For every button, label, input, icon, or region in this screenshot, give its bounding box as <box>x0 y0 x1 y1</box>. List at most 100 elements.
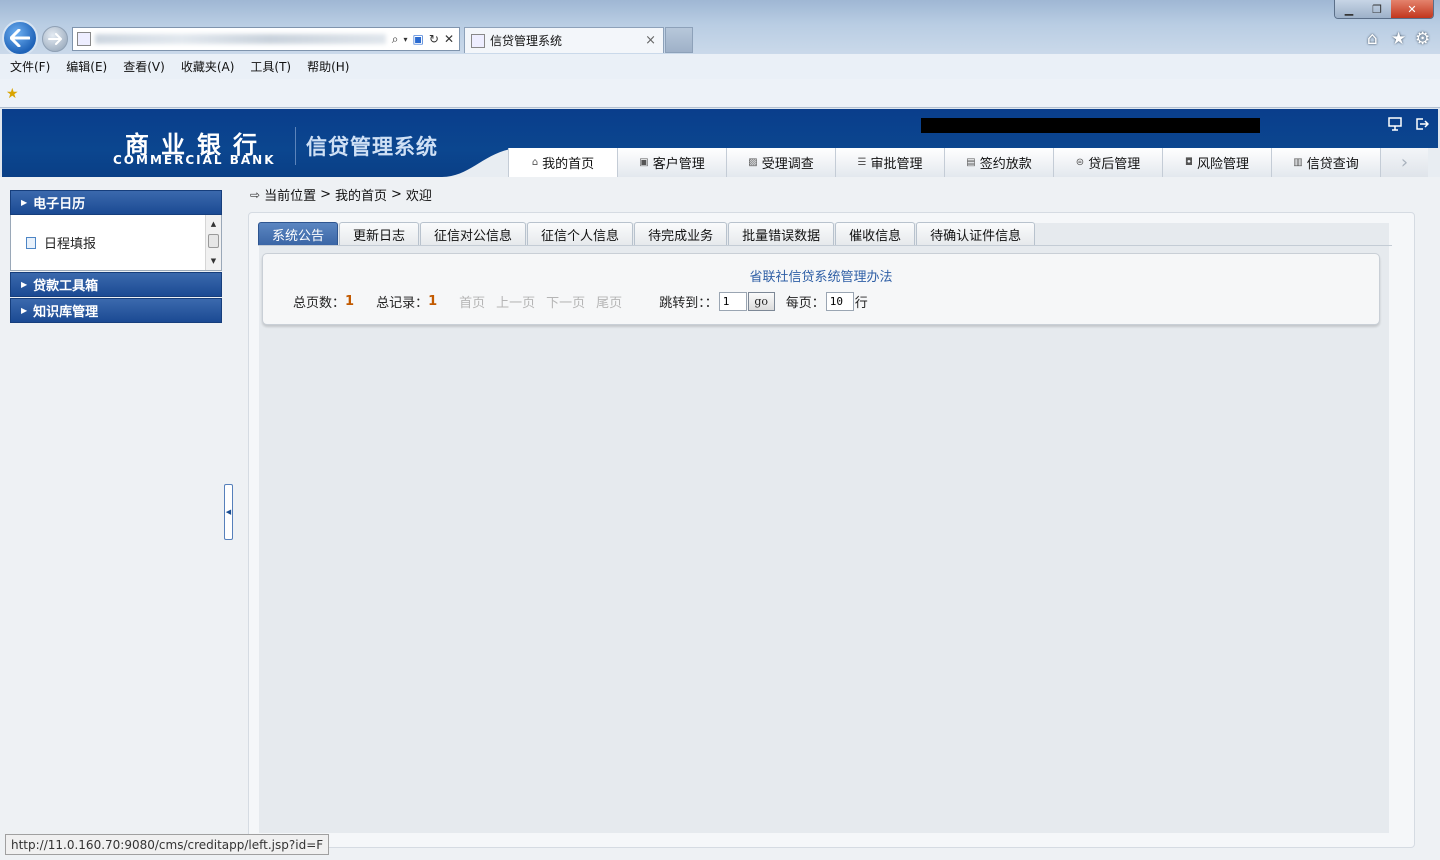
top-nav: ⌂ 我的首页 ▣ 客户管理 ▨ 受理调查 ☰ 审批管理 ▤ 签约放款 ⊜ 贷后管理 ◘ 风险管… <box>508 148 1428 177</box>
menu-view[interactable]: 查看(V) <box>123 58 165 75</box>
breadcrumb-sep: > <box>320 187 331 202</box>
menu-file[interactable]: 文件(F) <box>10 58 50 75</box>
breadcrumb-current: 欢迎 <box>405 189 432 204</box>
compat-view-icon[interactable]: ▣ <box>413 32 424 46</box>
nav-query[interactable]: ▥ 信贷查询 <box>1271 148 1380 177</box>
first-page-link[interactable]: 首页 <box>459 292 485 311</box>
last-page-link[interactable]: 尾页 <box>596 292 622 311</box>
tab-close-icon[interactable]: × <box>645 33 656 48</box>
go-button[interactable]: go <box>747 292 775 311</box>
tab-update-log[interactable]: 更新日志 <box>339 222 420 245</box>
nav-label: 审批管理 <box>870 157 923 172</box>
forward-button[interactable] <box>42 26 68 52</box>
app-header: 商业银行 COMMERCIAL BANK 信贷管理系统 ⌂ 我的首页 ▣ 客户管理 … <box>2 109 1440 177</box>
minimize-button[interactable]: ▁ <box>1335 0 1363 18</box>
main-content: ⇨ 当前位置 > 我的首页 > 欢迎 系统公告 更新日志 征信对公信息 征信个人… <box>240 177 1440 860</box>
nav-approval[interactable]: ☰ 审批管理 <box>835 148 944 177</box>
report-icon: ▥ <box>1293 157 1303 168</box>
jump-page-input[interactable] <box>718 292 747 311</box>
favorites-star-icon[interactable]: ★ <box>1391 29 1406 49</box>
notice-link[interactable]: 省联社信贷系统管理办法 <box>263 266 1379 285</box>
stop-icon[interactable]: ✕ <box>444 32 454 46</box>
sidebar-section-knowledge[interactable]: ▶ 知识库管理 <box>10 298 222 323</box>
nav-customer[interactable]: ▣ 客户管理 <box>617 148 726 177</box>
back-arrow-icon <box>10 29 30 47</box>
address-bar[interactable]: ⌕ ▾ ▣ ↻ ✕ <box>72 27 460 51</box>
scroll-up-icon[interactable]: ▲ <box>206 217 221 231</box>
refresh-icon[interactable]: ↻ <box>429 32 439 46</box>
tab-pending-business[interactable]: 待完成业务 <box>634 222 728 245</box>
home-icon[interactable]: ⌂ <box>1367 29 1378 49</box>
gear-icon[interactable]: ⚙ <box>1415 29 1430 49</box>
total-records-label: 总记录： <box>376 296 429 311</box>
sidebar-collapse-handle[interactable]: ◀ <box>224 484 233 540</box>
next-page-link[interactable]: 下一页 <box>546 292 585 311</box>
system-title: 信贷管理系统 <box>306 135 438 159</box>
browser-tab-active[interactable]: 信贷管理系统 × <box>464 27 664 53</box>
total-pages-value: 1 <box>345 294 355 309</box>
menu-help[interactable]: 帮助(H) <box>307 58 349 75</box>
sidebar: ▶ 电子日历 日程填报 ▲ ▼ ▶ 贷款工具箱 ▶ 知识库管理 ◀ <box>0 177 240 860</box>
nav-scroll-right-icon[interactable]: › <box>1380 148 1428 177</box>
logo-divider <box>295 127 296 165</box>
window-controls: ▁ ❐ ✕ <box>1334 0 1434 19</box>
search-icon[interactable]: ⌕ <box>392 32 399 47</box>
browser-titlebar: ⌕ ▾ ▣ ↻ ✕ 信贷管理系统 × ▁ ❐ ✕ ⌂ ★ ⚙ <box>0 0 1440 56</box>
monitor-icon[interactable] <box>1388 117 1402 131</box>
tab-collection[interactable]: 催收信息 <box>835 222 916 245</box>
back-button[interactable] <box>2 20 38 56</box>
breadcrumb: ⇨ 当前位置 > 我的首页 > 欢迎 <box>250 185 436 204</box>
favorites-bar: ★ <box>0 79 1440 108</box>
image-icon: ▨ <box>748 157 758 168</box>
total-records-value: 1 <box>428 294 438 309</box>
tab-id-confirm[interactable]: 待确认证件信息 <box>916 222 1036 245</box>
nav-post-loan[interactable]: ⊜ 贷后管理 <box>1053 148 1162 177</box>
new-tab-button[interactable] <box>665 27 693 53</box>
nav-home[interactable]: ⌂ 我的首页 <box>508 148 617 177</box>
menu-tools[interactable]: 工具(T) <box>250 58 291 75</box>
home-icon: ⌂ <box>531 157 539 168</box>
nav-contract[interactable]: ▤ 签约放款 <box>944 148 1053 177</box>
add-favorite-icon[interactable]: ★ <box>6 86 19 102</box>
tab-system-notice[interactable]: 系统公告 <box>258 222 339 245</box>
tab-credit-personal[interactable]: 征信个人信息 <box>527 222 634 245</box>
coin-icon: ⊜ <box>1075 157 1085 168</box>
prev-page-link[interactable]: 上一页 <box>496 292 535 311</box>
scroll-thumb[interactable] <box>208 234 219 248</box>
alert-icon: ◘ <box>1185 157 1193 168</box>
document-icon: ▤ <box>966 157 976 168</box>
nav-label: 受理调查 <box>761 157 814 172</box>
menu-edit[interactable]: 编辑(E) <box>66 58 107 75</box>
nav-label: 签约放款 <box>979 157 1032 172</box>
expand-triangle-icon: ▶ <box>21 280 28 289</box>
sidebar-section-calendar[interactable]: ▶ 电子日历 <box>10 190 222 215</box>
tab-batch-errors[interactable]: 批量错误数据 <box>728 222 835 245</box>
logout-icon[interactable] <box>1415 117 1429 131</box>
nav-survey[interactable]: ▨ 受理调查 <box>726 148 835 177</box>
sidebar-item-schedule[interactable]: 日程填报 <box>26 233 96 252</box>
rows-suffix: 行 <box>854 296 868 311</box>
browser-tab-title: 信贷管理系统 <box>490 34 563 48</box>
scroll-down-icon[interactable]: ▼ <box>206 254 221 268</box>
user-info-redacted <box>921 118 1260 133</box>
breadcrumb-home[interactable]: 我的首页 <box>335 185 387 204</box>
nav-risk[interactable]: ◘ 风险管理 <box>1162 148 1271 177</box>
pager: 总页数： 1 总记录： 1 首页 上一页 下一页 尾页 跳转到：： go 每页：… <box>293 292 868 311</box>
panel-scrollbar[interactable]: ▲ ▼ <box>205 215 221 270</box>
sidebar-section-loan-tools[interactable]: ▶ 贷款工具箱 <box>10 272 222 297</box>
per-page-label: 每页： <box>785 296 825 311</box>
per-page-input[interactable] <box>825 292 854 311</box>
expand-triangle-icon: ▶ <box>21 198 28 207</box>
calendar-panel: 日程填报 ▲ ▼ <box>10 215 222 271</box>
close-window-button[interactable]: ✕ <box>1391 0 1433 18</box>
list-icon: ☰ <box>857 157 867 168</box>
dropdown-icon[interactable]: ▾ <box>404 35 408 44</box>
section-label: 知识库管理 <box>33 305 99 320</box>
tab-credit-corporate[interactable]: 征信对公信息 <box>420 222 527 245</box>
bank-logo-en: COMMERCIAL BANK <box>113 153 276 167</box>
restore-button[interactable]: ❐ <box>1363 0 1391 18</box>
menu-favorites[interactable]: 收藏夹(A) <box>181 58 235 75</box>
expand-triangle-icon: ▶ <box>21 306 28 315</box>
document-icon <box>26 236 36 249</box>
location-icon: ⇨ <box>250 187 261 202</box>
